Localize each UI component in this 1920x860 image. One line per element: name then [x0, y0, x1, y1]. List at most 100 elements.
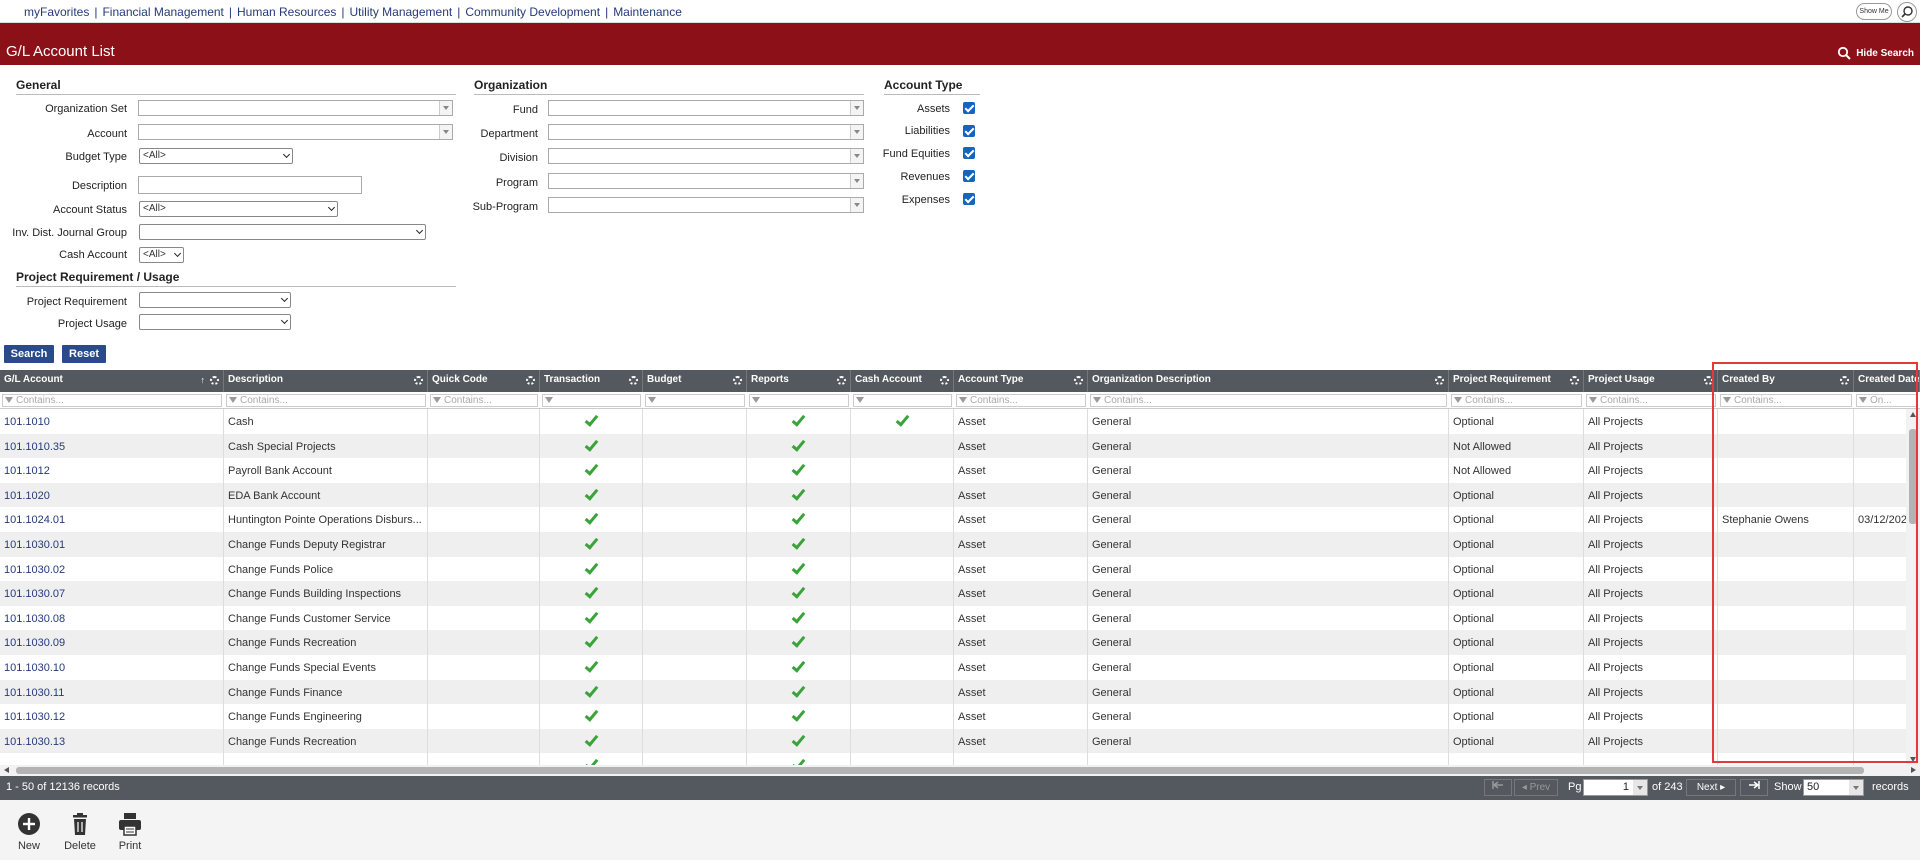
horizontal-scrollbar[interactable]	[0, 765, 1920, 776]
revenues-checkbox[interactable]	[963, 170, 975, 182]
sort-ascending-icon[interactable]: ↑	[201, 375, 206, 385]
column-header-reports[interactable]: Reports	[747, 370, 851, 392]
sub-program-combo[interactable]	[548, 197, 864, 213]
expenses-checkbox[interactable]	[963, 193, 975, 205]
gear-icon[interactable]	[629, 376, 638, 385]
table-row[interactable]: 101.1010.35 Cash Special Projects Asset Gen…	[0, 433, 1906, 459]
scroll-right-icon[interactable]	[1911, 767, 1916, 773]
hide-search-button[interactable]: Hide Search	[1837, 46, 1914, 60]
new-button[interactable]: New	[9, 812, 49, 852]
project-usage-select[interactable]	[139, 314, 291, 330]
nav-link-financial-management[interactable]: Financial Management	[102, 5, 223, 19]
cell-gl-account[interactable]: 101.1024.01	[0, 507, 224, 532]
table-row[interactable]: 101.1030.07 Change Funds Building Inspect…	[0, 581, 1906, 606]
cash-account-select[interactable]: <All>	[139, 247, 184, 263]
filter-project-requirement[interactable]: Contains...	[1451, 394, 1582, 407]
gear-icon[interactable]	[733, 376, 742, 385]
nav-link-utility-management[interactable]: Utility Management	[350, 5, 453, 19]
filter-gl-account[interactable]: Contains...	[2, 394, 222, 407]
filter-cash-account[interactable]	[853, 394, 952, 407]
gear-icon[interactable]	[1435, 376, 1444, 385]
nav-link-maintenance[interactable]: Maintenance	[613, 5, 682, 19]
gear-icon[interactable]	[1074, 376, 1083, 385]
cell-gl-account[interactable]: 101.1010.35	[0, 433, 224, 459]
nav-link-human-resources[interactable]: Human Resources	[237, 5, 336, 19]
global-search-button[interactable]	[1897, 2, 1917, 22]
table-row[interactable]: 101.1020 EDA Bank Account Asset General Opti…	[0, 482, 1906, 508]
column-header-account-type[interactable]: Account Type	[954, 370, 1088, 392]
page-number-input[interactable]: 1	[1583, 779, 1648, 796]
show-me-button[interactable]: Show Me	[1856, 3, 1892, 20]
column-header-project-usage[interactable]: Project Usage	[1584, 370, 1718, 392]
column-header-project-requirement[interactable]: Project Requirement	[1449, 370, 1584, 392]
assets-checkbox[interactable]	[963, 102, 975, 114]
filter-organization-description[interactable]: Contains...	[1090, 394, 1447, 407]
filter-description[interactable]: Contains...	[226, 394, 426, 407]
gear-icon[interactable]	[1570, 376, 1579, 385]
gear-icon[interactable]	[526, 376, 535, 385]
department-combo[interactable]	[548, 124, 864, 140]
filter-icon[interactable]	[1454, 397, 1462, 403]
cell-gl-account[interactable]: 101.1030.11	[0, 679, 224, 705]
first-page-button[interactable]	[1484, 779, 1512, 796]
column-header-cash-account[interactable]: Cash Account	[851, 370, 954, 392]
cell-gl-account[interactable]: 101.1030.12	[0, 704, 224, 729]
cell-gl-account[interactable]: 101.1030.02	[0, 556, 224, 582]
table-row[interactable]: 101.1024.01 Huntington Pointe Operations …	[0, 507, 1906, 532]
column-header-description[interactable]: Description	[224, 370, 428, 392]
filter-icon[interactable]	[856, 397, 864, 403]
print-button[interactable]: Print	[110, 812, 150, 852]
table-row[interactable]: 101.1030.12 Change Funds Engineering Asset…	[0, 704, 1906, 729]
table-row[interactable]: 101.1012 Payroll Bank Account Asset General…	[0, 458, 1906, 483]
cell-gl-account[interactable]: 101.1030.01	[0, 532, 224, 557]
delete-button[interactable]: Delete	[60, 812, 100, 852]
reset-button[interactable]: Reset	[62, 345, 106, 363]
cell-gl-account[interactable]: 101.1030.10	[0, 655, 224, 680]
prev-page-button[interactable]: ◂ Prev	[1514, 779, 1558, 796]
cell-gl-account[interactable]: 101.1030.08	[0, 605, 224, 631]
search-button[interactable]: Search	[4, 345, 54, 363]
filter-icon[interactable]	[1093, 397, 1101, 403]
nav-link-myfavorites[interactable]: myFavorites	[24, 5, 89, 19]
cell-gl-account[interactable]: 101.1030.07	[0, 581, 224, 606]
gear-icon[interactable]	[940, 376, 949, 385]
fund-equities-checkbox[interactable]	[963, 147, 975, 159]
filter-reports[interactable]	[749, 394, 849, 407]
program-combo[interactable]	[548, 173, 864, 189]
filter-icon[interactable]	[545, 397, 553, 403]
fund-combo[interactable]	[548, 100, 864, 116]
project-requirement-select[interactable]	[139, 292, 291, 308]
dropdown-arrow-icon[interactable]	[439, 101, 452, 115]
description-input[interactable]	[138, 176, 362, 194]
gear-icon[interactable]	[837, 376, 846, 385]
table-row[interactable]: 101.1030.02 Change Funds Police Asset Gener…	[0, 556, 1906, 582]
column-header-gl-account[interactable]: G/L Account ↑	[0, 370, 224, 392]
cell-gl-account[interactable]	[0, 753, 224, 765]
inv-dist-journal-group-select[interactable]	[139, 224, 426, 240]
table-row[interactable]: 101.1030.01 Change Funds Deputy Registrar…	[0, 532, 1906, 557]
cell-gl-account[interactable]: 101.1030.09	[0, 630, 224, 655]
gear-icon[interactable]	[414, 376, 423, 385]
filter-icon[interactable]	[648, 397, 656, 403]
filter-transaction[interactable]	[542, 394, 641, 407]
nav-link-community-development[interactable]: Community Development	[465, 5, 600, 19]
table-row[interactable]: 101.1030.09 Change Funds Recreation Asset G…	[0, 630, 1906, 655]
account-combo[interactable]	[138, 124, 453, 140]
table-row[interactable]: 101.1010 Cash Asset General Optional All Proj…	[0, 409, 1906, 434]
column-header-budget[interactable]: Budget	[643, 370, 747, 392]
filter-icon[interactable]	[433, 397, 441, 403]
cell-gl-account[interactable]: 101.1012	[0, 458, 224, 483]
column-header-quick-code[interactable]: Quick Code	[428, 370, 540, 392]
table-row[interactable]: 101.1030.08 Change Funds Customer Service…	[0, 605, 1906, 631]
filter-quick-code[interactable]: Contains...	[430, 394, 538, 407]
budget-type-select[interactable]: <All>	[139, 148, 293, 164]
table-row[interactable]: 101.1030.11 Change Funds Finance Asset Gene…	[0, 679, 1906, 705]
division-combo[interactable]	[548, 148, 864, 164]
account-status-select[interactable]: <All>	[139, 201, 338, 217]
table-row[interactable]: 101.1030.13 Change Funds Recreation Asset G…	[0, 728, 1906, 754]
dropdown-arrow-icon[interactable]	[1849, 780, 1863, 795]
dropdown-arrow-icon[interactable]	[1633, 780, 1647, 795]
filter-icon[interactable]	[229, 397, 237, 403]
scroll-thumb[interactable]	[16, 767, 1864, 774]
cell-gl-account[interactable]: 101.1020	[0, 482, 224, 508]
